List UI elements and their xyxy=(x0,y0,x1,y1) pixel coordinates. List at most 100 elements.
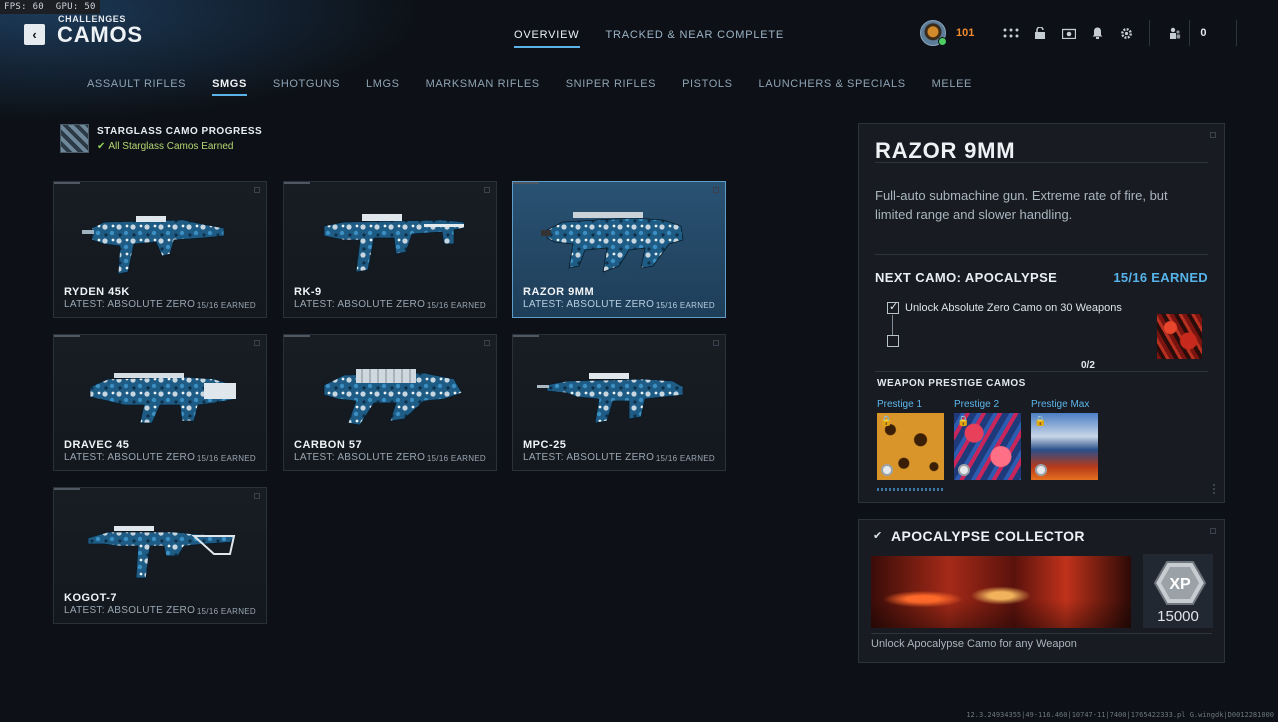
card-indicator xyxy=(54,335,80,337)
next-camo-title: NEXT CAMO: APOCALYPSE xyxy=(875,270,1058,285)
tab-melee[interactable]: MELEE xyxy=(932,78,972,96)
lock-icon: 🔒 xyxy=(1034,416,1047,427)
tab-assault-rifles[interactable]: ASSAULT RIFLES xyxy=(87,78,186,96)
weapon-latest: LATEST: ABSOLUTE ZERO xyxy=(64,452,196,463)
back-button[interactable]: ‹ xyxy=(24,24,45,45)
card-corner xyxy=(713,187,719,193)
tab-tracked[interactable]: TRACKED & NEAR COMPLETE xyxy=(606,29,785,48)
banner-shade xyxy=(871,556,1131,628)
grid-menu-icon[interactable] xyxy=(996,23,1025,43)
weapon-card-dravec-45[interactable]: DRAVEC 45 LATEST: ABSOLUTE ZERO 15/16 EA… xyxy=(53,334,267,471)
weapon-detail-panel: RAZOR 9MM Full-auto submachine gun. Extr… xyxy=(858,123,1225,503)
weapon-image xyxy=(537,373,684,424)
weapon-card-razor-9mm[interactable]: RAZOR 9MM LATEST: ABSOLUTE ZERO 15/16 EA… xyxy=(512,181,726,318)
bell-icon[interactable] xyxy=(1083,23,1112,43)
weapon-latest: LATEST: ABSOLUTE ZERO xyxy=(523,299,655,310)
weapon-image xyxy=(323,369,463,426)
weapon-name: KOGOT-7 xyxy=(64,592,118,604)
card-indicator xyxy=(54,488,80,490)
card-corner xyxy=(484,187,490,193)
top-right-bar: 101 0 xyxy=(920,18,1238,48)
prestige-progress-bar xyxy=(877,488,945,491)
prestige-emblem-icon xyxy=(881,464,893,476)
collector-description: Unlock Apocalypse Camo for any Weapon xyxy=(871,638,1077,650)
tab-shotguns[interactable]: SHOTGUNS xyxy=(273,78,340,96)
weapon-card-carbon-57[interactable]: CARBON 57 LATEST: ABSOLUTE ZERO 15/16 EA… xyxy=(283,334,497,471)
tab-launchers-specials[interactable]: LAUNCHERS & SPECIALS xyxy=(759,78,906,96)
gpu-value: 50 xyxy=(84,2,96,12)
prestige-camo-2[interactable]: Prestige 2 🔒 xyxy=(954,399,1021,480)
page-title: CAMOS xyxy=(57,22,143,47)
prestige-label: Prestige 1 xyxy=(877,399,923,410)
top-tabs: OVERVIEW TRACKED & NEAR COMPLETE xyxy=(514,29,784,48)
weapon-card-rk-9[interactable]: RK-9 LATEST: ABSOLUTE ZERO 15/16 EARNED xyxy=(283,181,497,318)
weapon-image xyxy=(87,526,236,579)
lock-icon: 🔒 xyxy=(880,416,893,427)
weapon-earned: 15/16 EARNED xyxy=(655,454,715,463)
weapon-card-mpc-25[interactable]: MPC-25 LATEST: ABSOLUTE ZERO 15/16 EARNE… xyxy=(512,334,726,471)
prestige-camo-1[interactable]: Prestige 1 🔒 xyxy=(877,399,944,480)
weapon-earned: 15/16 EARNED xyxy=(655,301,715,310)
party-count: 0 xyxy=(1200,27,1207,39)
card-corner xyxy=(254,493,260,499)
starglass-camo-icon xyxy=(60,124,89,153)
requirement-checkbox-empty xyxy=(887,335,899,347)
card-indicator xyxy=(513,335,539,337)
prestige-camo-max[interactable]: Prestige Max 🔒 xyxy=(1031,399,1098,480)
weapon-latest: LATEST: ABSOLUTE ZERO xyxy=(64,605,196,616)
fps-label: FPS: xyxy=(4,2,27,12)
weapon-image xyxy=(89,373,237,424)
requirement-checkbox-checked xyxy=(887,300,899,314)
unlock-icon[interactable] xyxy=(1025,23,1054,43)
weapon-name: DRAVEC 45 xyxy=(64,439,130,451)
starglass-status-text: All Starglass Camos Earned xyxy=(108,141,234,152)
checkbox-connector xyxy=(892,315,893,335)
party-icon[interactable] xyxy=(1160,23,1189,43)
weapon-name: RYDEN 45K xyxy=(64,286,130,298)
camera-icon[interactable] xyxy=(1054,23,1083,43)
weapon-earned: 15/16 EARNED xyxy=(426,301,486,310)
tab-sniper-rifles[interactable]: SNIPER RIFLES xyxy=(566,78,656,96)
tab-overview[interactable]: OVERVIEW xyxy=(514,29,580,48)
fps-value: 60 xyxy=(32,2,45,12)
weapon-latest: LATEST: ABSOLUTE ZERO xyxy=(64,299,196,310)
panel-corner xyxy=(1210,528,1216,534)
tab-marksman-rifles[interactable]: MARKSMAN RIFLES xyxy=(426,78,540,96)
divider xyxy=(875,162,1208,163)
weapon-card-ryden-45k[interactable]: RYDEN 45K LATEST: ABSOLUTE ZERO 15/16 EA… xyxy=(53,181,267,318)
divider xyxy=(1149,20,1151,46)
card-corner xyxy=(254,340,260,346)
weapon-earned: 15/16 EARNED xyxy=(196,301,256,310)
xp-amount: 15000 xyxy=(1157,608,1199,625)
perf-overlay: FPS: 60 GPU: 50 xyxy=(0,0,100,14)
starglass-progress[interactable]: STARGLASS CAMO PROGRESS ✔ All Starglass C… xyxy=(60,124,262,153)
gear-icon[interactable] xyxy=(1112,23,1141,43)
lock-icon: 🔒 xyxy=(957,416,970,427)
weapon-card-kogot-7[interactable]: KOGOT-7 LATEST: ABSOLUTE ZERO 15/16 EARN… xyxy=(53,487,267,624)
tab-smgs[interactable]: SMGS xyxy=(212,78,247,96)
tab-lmgs[interactable]: LMGS xyxy=(366,78,400,96)
panel-scroll-indicator xyxy=(1213,484,1216,494)
collector-panel: ✔ APOCALYPSE COLLECTOR XP 15000 Unlock A… xyxy=(858,519,1225,663)
category-tabs: ASSAULT RIFLES SMGS SHOTGUNS LMGS MARKSM… xyxy=(87,78,972,96)
apocalypse-camo-preview[interactable] xyxy=(1157,314,1202,359)
card-indicator xyxy=(284,182,310,184)
weapon-latest: LATEST: ABSOLUTE ZERO xyxy=(523,452,655,463)
weapon-name: CARBON 57 xyxy=(294,439,363,451)
weapon-image xyxy=(541,212,684,273)
card-indicator xyxy=(513,182,539,184)
card-corner xyxy=(484,340,490,346)
weapon-earned: 15/16 EARNED xyxy=(196,607,256,616)
prestige-camo-image: 🔒 xyxy=(1031,413,1098,480)
xp-badge-label: XP xyxy=(1169,576,1191,593)
next-camo-earned: 15/16 EARNED xyxy=(1113,270,1208,285)
divider xyxy=(875,371,1208,372)
card-corner xyxy=(254,187,260,193)
tab-pistols[interactable]: PISTOLS xyxy=(682,78,732,96)
rank-badge-icon[interactable] xyxy=(920,20,947,46)
card-indicator xyxy=(284,335,310,337)
collector-title: APOCALYPSE COLLECTOR xyxy=(891,528,1085,544)
starglass-title: STARGLASS CAMO PROGRESS xyxy=(97,126,263,137)
divider xyxy=(875,254,1208,255)
gpu-label: GPU: xyxy=(55,2,79,12)
